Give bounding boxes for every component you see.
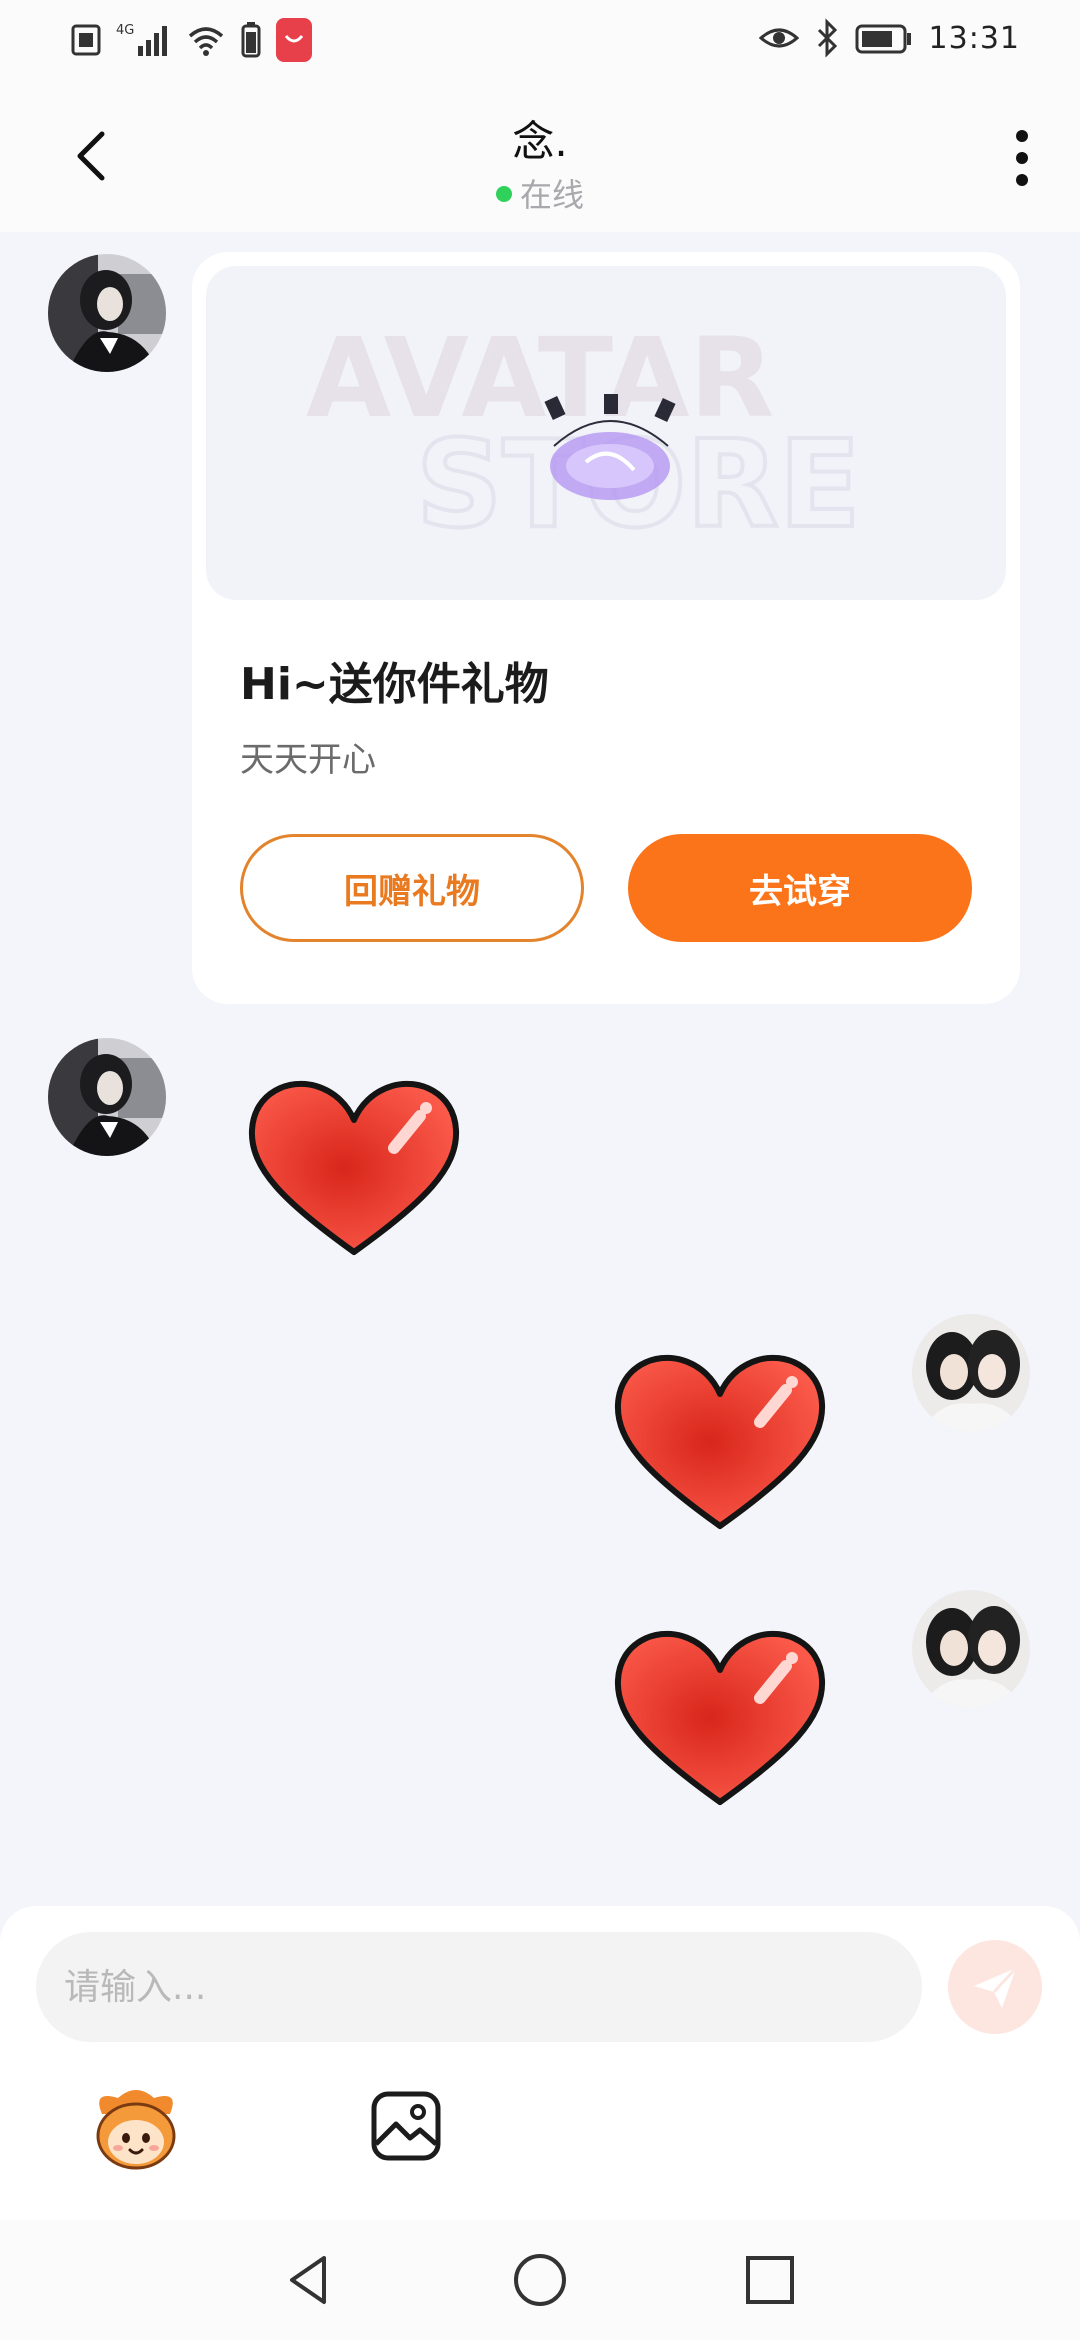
paper-plane-icon: [974, 1966, 1018, 2008]
back-triangle-icon[interactable]: [280, 2250, 340, 2310]
system-nav-bar: [0, 2220, 1080, 2340]
online-status-text: 在线: [519, 176, 584, 214]
my-avatar[interactable]: [912, 1314, 1030, 1432]
contact-avatar[interactable]: [48, 254, 166, 372]
battery-small-icon: [241, 22, 261, 58]
eye-icon: [758, 28, 799, 48]
heart-sticker[interactable]: [610, 1346, 830, 1536]
return-gift-button[interactable]: 回赠礼物: [240, 834, 584, 942]
battery-icon: [855, 24, 911, 54]
message-input-box[interactable]: [36, 1932, 922, 2042]
send-button[interactable]: [948, 1940, 1042, 2034]
sim-card-icon: [71, 24, 101, 56]
image-icon[interactable]: [368, 2088, 444, 2164]
online-status: 在线: [0, 170, 1080, 216]
gift-title: Hi~送你件礼物: [240, 659, 549, 710]
status-right-icons: 13:31: [758, 18, 1020, 58]
gift-subtitle: 天天开心: [240, 740, 376, 780]
chat-header: 念. 在线: [0, 80, 1080, 232]
clock: 13:31: [928, 20, 1020, 56]
signal-icon: 4G: [116, 23, 167, 56]
home-circle-icon[interactable]: [510, 2250, 570, 2310]
message-input[interactable]: [64, 1966, 922, 2008]
message-composer: [0, 1906, 1080, 2220]
svg-text:4G: 4G: [116, 23, 134, 38]
contact-name: 念.: [512, 117, 568, 166]
avatar-store-banner: AVATAR STORE: [206, 266, 1006, 600]
bluetooth-icon: [817, 18, 837, 58]
my-avatar[interactable]: [912, 1590, 1030, 1708]
status-bar: 4G 13:31: [0, 0, 1080, 80]
more-options-icon[interactable]: [1002, 126, 1042, 190]
contact-avatar[interactable]: [48, 1038, 166, 1156]
recents-square-icon[interactable]: [740, 2250, 800, 2310]
heart-sticker[interactable]: [244, 1072, 464, 1262]
mascot-emoji-icon[interactable]: [88, 2080, 184, 2176]
online-dot: [495, 186, 512, 202]
status-left-icons: 4G: [70, 18, 312, 62]
wifi-icon: [188, 27, 224, 56]
huawei-app-icon: [276, 18, 312, 62]
gift-card[interactable]: AVATAR STORE Hi~送你件礼物 天天开心 回赠礼物 去试穿: [192, 252, 1020, 1004]
heart-sticker[interactable]: [610, 1622, 830, 1812]
try-on-button[interactable]: 去试穿: [628, 834, 972, 942]
